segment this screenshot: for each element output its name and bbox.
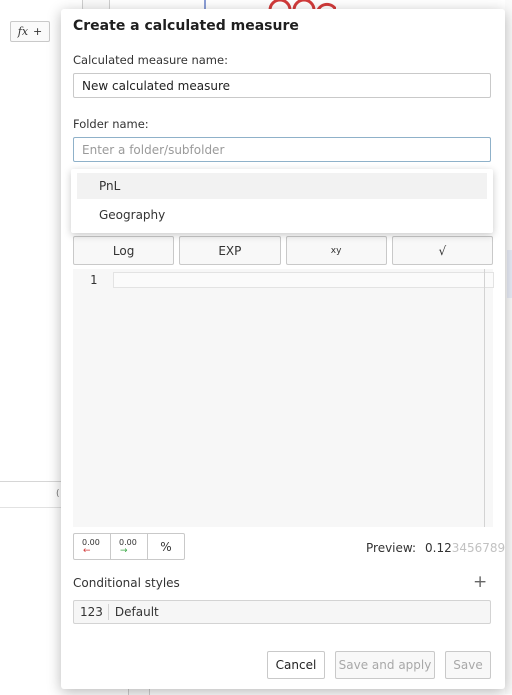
- background-paren-text: (: [56, 489, 60, 499]
- folder-option-geography[interactable]: Geography: [77, 202, 487, 228]
- fx-button[interactable]: fx +: [10, 21, 50, 42]
- measure-name-input[interactable]: New calculated measure: [73, 73, 491, 98]
- folder-dropdown: PnL Geography: [71, 169, 493, 233]
- fx-icon: fx: [17, 25, 29, 38]
- preview-value-faint: 3456789: [451, 541, 506, 555]
- function-buttons: Log EXP xy √: [73, 236, 493, 265]
- power-button[interactable]: xy: [285, 236, 387, 265]
- formula-editor[interactable]: 1: [73, 269, 494, 527]
- calculated-measure-dialog: Create a calculated measure Calculated m…: [61, 9, 505, 689]
- line-number: 1: [90, 273, 98, 287]
- percent-button[interactable]: %: [148, 534, 184, 559]
- log-button[interactable]: Log: [73, 236, 175, 265]
- measure-name-value: New calculated measure: [82, 78, 231, 93]
- arrow-left-icon: ←: [83, 545, 91, 556]
- sqrt-button[interactable]: √: [391, 236, 493, 265]
- background-divider: [0, 481, 62, 482]
- background-divider: [0, 507, 62, 508]
- folder-name-label: Folder name:: [73, 117, 149, 131]
- preview-label: Preview:: [366, 541, 417, 555]
- decrease-decimals-button[interactable]: 0.00 ←: [74, 534, 111, 559]
- folder-name-input[interactable]: Enter a folder/subfolder: [73, 137, 491, 162]
- preview-value-shown: 0.12: [425, 541, 452, 555]
- editor-scrollbar[interactable]: [484, 269, 485, 527]
- folder-option-pnl[interactable]: PnL: [77, 173, 487, 199]
- measure-name-label: Calculated measure name:: [73, 53, 228, 67]
- fx-plus-icon: +: [33, 25, 43, 38]
- background-selected-row: [507, 250, 512, 298]
- cancel-button[interactable]: Cancel: [267, 651, 325, 679]
- increase-decimals-button[interactable]: 0.00 →: [111, 534, 148, 559]
- exp-button[interactable]: EXP: [179, 236, 281, 265]
- folder-name-placeholder: Enter a folder/subfolder: [82, 142, 225, 157]
- dialog-title: Create a calculated measure: [73, 18, 299, 34]
- save-and-apply-button[interactable]: Save and apply: [335, 651, 435, 679]
- arrow-right-icon: →: [120, 545, 128, 556]
- preview-value: 0.123456789: [425, 541, 505, 555]
- background-right-panel: [505, 0, 512, 694]
- conditional-style-row[interactable]: 123 Default: [73, 600, 491, 624]
- number-format-buttons: 0.00 ← 0.00 → %: [73, 533, 185, 560]
- power-exponent: y: [336, 245, 342, 256]
- save-button[interactable]: Save: [445, 651, 491, 679]
- current-line-highlight: [113, 272, 494, 288]
- conditional-styles-title: Conditional styles: [73, 576, 180, 590]
- style-format-chip: 123: [80, 604, 109, 620]
- add-style-icon[interactable]: +: [473, 572, 487, 592]
- style-name: Default: [114, 605, 159, 619]
